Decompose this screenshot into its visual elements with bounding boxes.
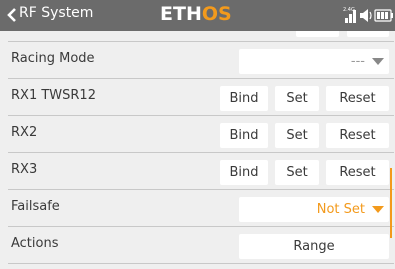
racing-mode-dropdown[interactable]: --- <box>239 49 389 74</box>
divider <box>8 263 394 264</box>
title-bar: RF System ETHOS 2.4G <box>0 0 395 31</box>
signal-icon: 2.4G <box>343 7 356 23</box>
row-label: Racing Mode <box>11 51 95 66</box>
partial-button <box>347 31 389 37</box>
status-icons: 2.4G <box>343 7 393 23</box>
chevron-down-icon <box>372 206 384 213</box>
page-title: RF System <box>19 5 94 21</box>
ethos-logo: ETHOS <box>160 3 232 25</box>
rx2-bind-button[interactable]: Bind <box>220 123 268 148</box>
speaker-icon <box>360 9 372 22</box>
rx2-set-button[interactable]: Set <box>275 123 319 148</box>
row-label: RX2 <box>11 125 38 140</box>
battery-icon <box>374 9 393 22</box>
rx1-reset-button[interactable]: Reset <box>326 86 389 111</box>
partial-button <box>296 31 339 37</box>
failsafe-dropdown[interactable]: Not Set <box>239 197 389 222</box>
row-label: Failsafe <box>11 199 60 214</box>
failsafe-row: Failsafe Not Set <box>8 189 394 226</box>
rx2-row: RX2 Bind Set Reset <box>8 115 394 152</box>
dropdown-value: --- <box>350 54 365 69</box>
racing-mode-row: Racing Mode --- <box>8 41 394 78</box>
dropdown-value: Not Set <box>316 202 365 217</box>
rx3-bind-button[interactable]: Bind <box>220 160 268 185</box>
row-label: RX3 <box>11 162 38 177</box>
rx3-set-button[interactable]: Set <box>275 160 319 185</box>
range-button[interactable]: Range <box>239 234 389 259</box>
row-label: RX1 TWSR12 <box>11 88 96 103</box>
row-label: Actions <box>11 236 59 251</box>
scrollbar[interactable] <box>390 168 392 238</box>
rx1-bind-button[interactable]: Bind <box>220 86 268 111</box>
rx3-reset-button[interactable]: Reset <box>326 160 389 185</box>
rx3-row: RX3 Bind Set Reset <box>8 152 394 189</box>
back-icon[interactable] <box>6 8 18 22</box>
actions-row: Actions Range <box>8 226 394 263</box>
rf-band-label: 2.4G <box>343 7 355 13</box>
rx1-set-button[interactable]: Set <box>275 86 319 111</box>
chevron-down-icon <box>372 58 384 65</box>
rx1-row: RX1 TWSR12 Bind Set Reset <box>8 78 394 115</box>
rx2-reset-button[interactable]: Reset <box>326 123 389 148</box>
